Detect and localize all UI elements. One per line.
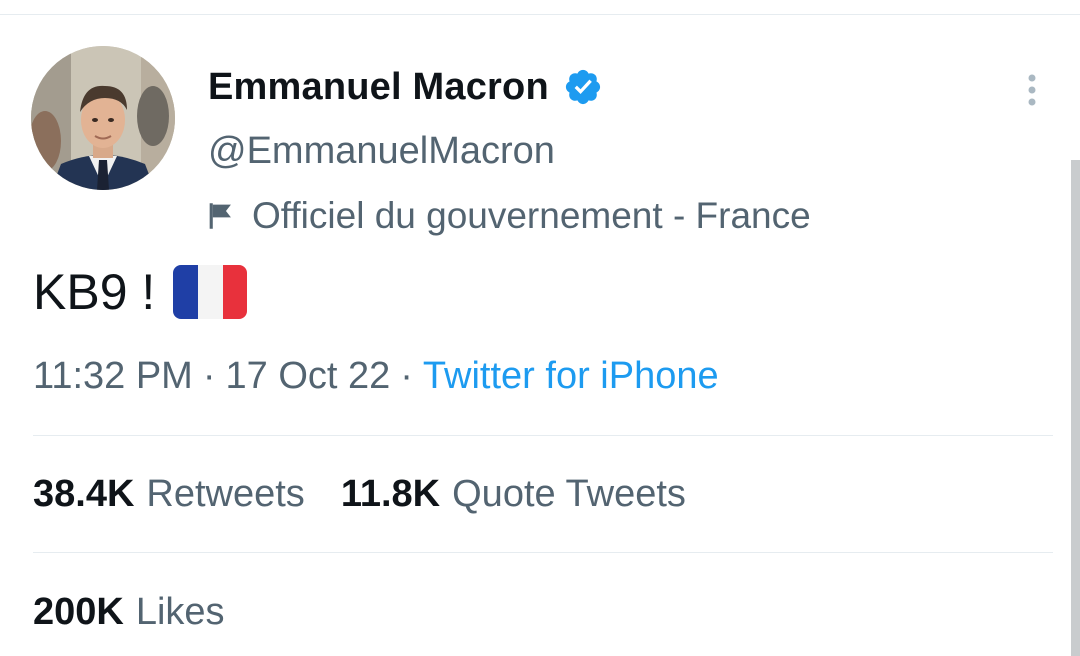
quote-tweets-count: 11.8K — [340, 472, 441, 515]
tweet-text: KB9 ! — [33, 260, 248, 324]
more-options-button[interactable] — [1010, 68, 1054, 112]
likes-row: 200K Likes — [33, 586, 261, 638]
tweet-meta: 11:32 PM · 17 Oct 22 · Twitter for iPhon… — [33, 350, 719, 402]
meta-separator: · — [400, 354, 413, 397]
likes-stat[interactable]: 200K Likes — [33, 591, 225, 634]
likes-label: Likes — [135, 590, 225, 633]
retweets-stat[interactable]: 38.4K Retweets — [33, 473, 305, 516]
more-dots-icon — [1028, 74, 1036, 106]
divider — [33, 552, 1053, 553]
retweets-count: 38.4K — [33, 472, 135, 515]
engagement-stats: 38.4K Retweets 11.8K Quote Tweets — [33, 468, 722, 520]
username-handle[interactable]: @EmmanuelMacron — [208, 130, 555, 173]
tweet-date[interactable]: 17 Oct 22 — [226, 355, 391, 398]
meta-separator: · — [202, 354, 216, 397]
verified-badge-icon — [565, 69, 600, 105]
quote-tweets-stat[interactable]: 11.8K Quote Tweets — [341, 473, 686, 516]
tweet-source-link[interactable]: Twitter for iPhone — [423, 355, 719, 398]
government-label-text: Officiel du gouvernement - France — [252, 195, 811, 236]
quote-tweets-label: Quote Tweets — [452, 472, 686, 515]
retweets-label: Retweets — [146, 472, 305, 515]
likes-count: 200K — [33, 590, 124, 633]
scrollbar[interactable] — [1071, 160, 1080, 656]
display-name-text: Emmanuel Macron — [208, 65, 549, 108]
tweet-text-content: KB9 ! — [33, 264, 156, 320]
divider — [33, 435, 1053, 436]
government-label[interactable]: Officiel du gouvernement - France — [204, 193, 811, 239]
flag-icon — [209, 203, 231, 229]
france-flag-emoji — [173, 265, 248, 319]
avatar-image — [31, 46, 175, 190]
top-divider — [0, 14, 1080, 15]
avatar[interactable] — [31, 46, 175, 190]
tweet-time[interactable]: 11:32 PM — [33, 355, 193, 398]
display-name[interactable]: Emmanuel Macron — [208, 62, 603, 112]
